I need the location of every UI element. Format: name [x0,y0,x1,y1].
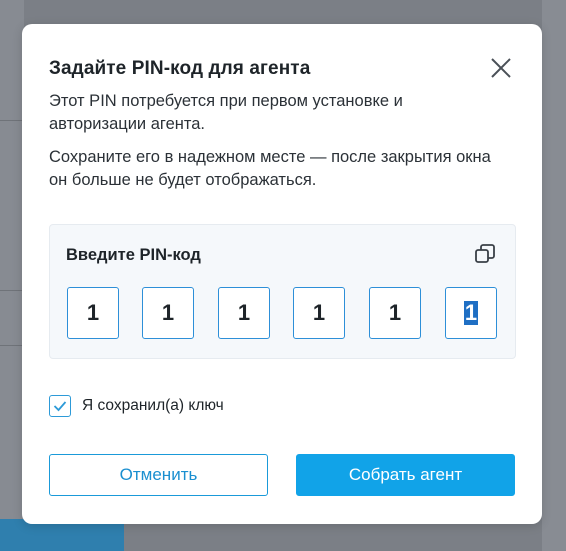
pin-digit: 1 [463,300,479,325]
saved-key-checkbox-row[interactable]: Я сохранил(а) ключ [49,394,224,418]
pin-digit-input[interactable]: 1 [445,287,497,339]
close-icon [491,58,511,78]
pin-digit: 1 [86,300,100,325]
pin-digit-input[interactable]: 1 [218,287,270,339]
pin-digit: 1 [161,300,175,325]
saved-key-label: Я сохранил(а) ключ [82,397,224,414]
pin-digit: 1 [237,300,251,325]
background-panel [0,0,24,551]
background-divider [0,290,24,291]
pin-label: Введите PIN-код [66,246,201,264]
background-divider [0,120,24,121]
background-panel-right [542,0,566,551]
pin-digit-input[interactable]: 1 [369,287,421,339]
pin-digit-input[interactable]: 1 [67,287,119,339]
copy-icon [475,244,495,263]
checkmark-icon [53,401,67,412]
pin-digit: 1 [312,300,326,325]
dialog-description: Этот PIN потребуется при первом установк… [49,92,403,133]
build-agent-button[interactable]: Собрать агент [296,454,515,496]
cancel-button[interactable]: Отменить [49,454,268,496]
copy-button[interactable] [474,243,496,265]
background-divider [0,345,24,346]
pin-digit-input[interactable]: 1 [142,287,194,339]
dialog-warning: Сохраните его в надежном месте — после з… [49,148,491,189]
set-pin-dialog: Задайте PIN-код для агента Этот PIN потр… [22,24,542,524]
close-button[interactable] [488,55,514,81]
dialog-title: Задайте PIN-код для агента [49,58,311,79]
pin-digit-input[interactable]: 1 [293,287,345,339]
saved-key-checkbox[interactable] [49,395,71,417]
pin-panel: Введите PIN-код 1 1 1 1 1 1 [49,224,516,359]
pin-digit: 1 [388,300,402,325]
